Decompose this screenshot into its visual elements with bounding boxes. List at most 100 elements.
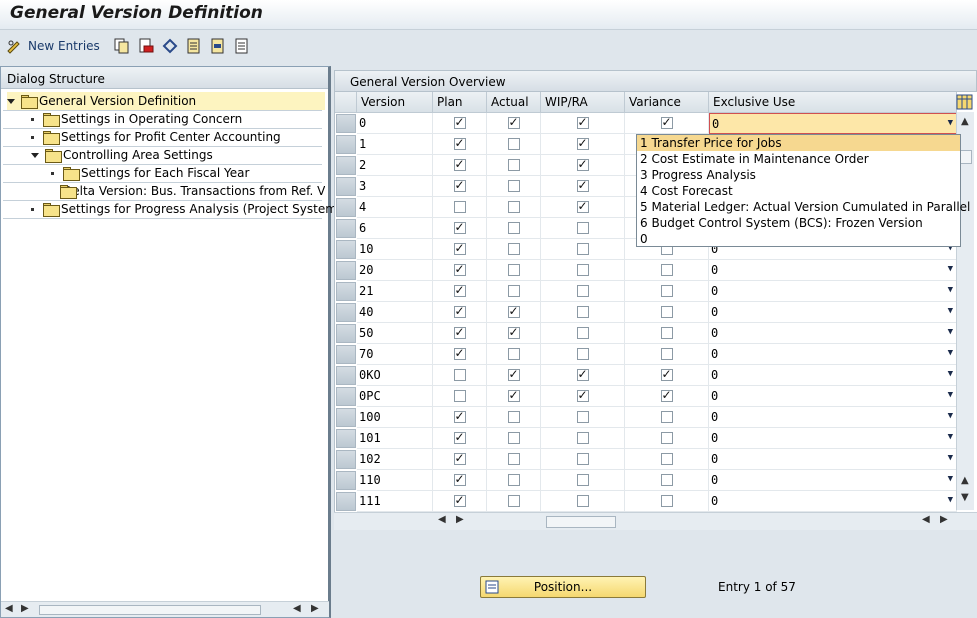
plan-checkbox[interactable] (453, 262, 466, 276)
dropdown-option[interactable]: 3 Progress Analysis (637, 167, 960, 183)
chevron-down-icon[interactable]: ▼ (948, 348, 953, 358)
scroll-left-icon[interactable]: ◀ (922, 514, 930, 525)
dropdown-option[interactable]: 2 Cost Estimate in Maintenance Order (637, 151, 960, 167)
exclusive-use-dropdown[interactable]: 0▼ (709, 491, 957, 512)
wip-checkbox[interactable] (576, 264, 589, 276)
wip-checkbox[interactable] (576, 388, 589, 402)
version-cell[interactable]: 0PC (357, 386, 433, 407)
actual-checkbox[interactable] (507, 285, 520, 297)
wip-checkbox[interactable] (576, 367, 589, 381)
scroll-up-icon[interactable]: ▲ (961, 475, 969, 486)
version-cell[interactable]: 100 (357, 407, 433, 428)
row-selector[interactable] (336, 177, 356, 196)
version-cell[interactable]: 2 (357, 155, 433, 176)
column-header-variance[interactable]: Variance (625, 92, 709, 113)
version-cell[interactable]: 0 (357, 113, 433, 134)
dropdown-option[interactable]: 6 Budget Control System (BCS): Frozen Ve… (637, 215, 960, 231)
wip-checkbox[interactable] (576, 285, 589, 297)
actual-checkbox[interactable] (507, 367, 520, 381)
tree-item-profit-center[interactable]: Settings for Profit Center Accounting (31, 128, 281, 146)
version-cell[interactable]: 70 (357, 344, 433, 365)
plan-checkbox[interactable] (453, 325, 466, 339)
copy-as-button[interactable] (114, 37, 130, 55)
wip-checkbox[interactable] (576, 453, 589, 465)
chevron-down-icon[interactable]: ▼ (948, 285, 953, 295)
expand-arrow-icon[interactable] (31, 152, 39, 158)
variance-checkbox[interactable] (660, 411, 673, 423)
tree-item-controlling-area[interactable]: Controlling Area Settings (31, 146, 213, 164)
plan-checkbox[interactable] (453, 304, 466, 318)
actual-checkbox[interactable] (507, 264, 520, 276)
row-selector[interactable] (336, 219, 356, 238)
chevron-down-icon[interactable]: ▼ (948, 411, 953, 421)
version-cell[interactable]: 102 (357, 449, 433, 470)
plan-checkbox[interactable] (453, 472, 466, 486)
version-cell[interactable]: 40 (357, 302, 433, 323)
variance-checkbox[interactable] (660, 327, 673, 339)
plan-checkbox[interactable] (453, 493, 466, 507)
tree-item-delta-version[interactable]: Delta Version: Bus. Transactions from Re… (51, 182, 325, 200)
exclusive-use-dropdown[interactable]: 0▼ (709, 260, 957, 281)
row-selector[interactable] (336, 450, 356, 469)
actual-checkbox[interactable] (507, 325, 520, 339)
chevron-down-icon[interactable]: ▼ (948, 118, 953, 128)
scroll-left-icon[interactable]: ◀ (293, 603, 301, 614)
scroll-thumb[interactable] (546, 516, 616, 528)
version-cell[interactable]: 0KO (357, 365, 433, 386)
select-all-button[interactable] (186, 37, 202, 55)
variance-checkbox[interactable] (660, 432, 673, 444)
row-selector[interactable] (336, 324, 356, 343)
actual-checkbox[interactable] (507, 201, 520, 213)
scroll-down-icon[interactable]: ▼ (961, 492, 969, 503)
plan-checkbox[interactable] (453, 409, 466, 423)
undo-change-button[interactable] (162, 37, 178, 55)
actual-checkbox[interactable] (507, 411, 520, 423)
table-horizontal-scrollbar[interactable]: ◀ ▶ ◀ ▶ (334, 512, 977, 530)
row-selector[interactable] (336, 429, 356, 448)
tree-item-fiscal-year[interactable]: Settings for Each Fiscal Year (51, 164, 249, 182)
wip-checkbox[interactable] (576, 243, 589, 255)
scroll-left-icon[interactable]: ◀ (5, 603, 13, 614)
row-selector[interactable] (336, 156, 356, 175)
row-selector[interactable] (336, 198, 356, 217)
column-header-actual[interactable]: Actual (487, 92, 541, 113)
delete-button[interactable] (138, 37, 154, 55)
select-block-button[interactable] (210, 37, 226, 55)
actual-checkbox[interactable] (507, 180, 520, 192)
row-selector[interactable] (336, 303, 356, 322)
chevron-down-icon[interactable]: ▼ (948, 327, 953, 337)
select-all-column-header[interactable] (335, 92, 357, 113)
new-entries-button[interactable]: New Entries (6, 37, 100, 55)
version-cell[interactable]: 6 (357, 218, 433, 239)
actual-checkbox[interactable] (507, 432, 520, 444)
wip-checkbox[interactable] (576, 327, 589, 339)
exclusive-use-dropdown[interactable]: 0▼ (709, 302, 957, 323)
variance-checkbox[interactable] (660, 285, 673, 297)
exclusive-use-dropdown[interactable]: 0▼ (709, 470, 957, 491)
plan-checkbox[interactable] (453, 115, 466, 129)
chevron-down-icon[interactable]: ▼ (948, 453, 953, 463)
plan-checkbox[interactable] (453, 390, 466, 402)
variance-checkbox[interactable] (660, 115, 673, 129)
actual-checkbox[interactable] (507, 222, 520, 234)
exclusive-use-dropdown-list[interactable]: 1 Transfer Price for Jobs 2 Cost Estimate… (636, 134, 970, 247)
version-cell[interactable]: 1 (357, 134, 433, 155)
chevron-down-icon[interactable]: ▼ (948, 474, 953, 484)
actual-checkbox[interactable] (507, 115, 520, 129)
version-cell[interactable]: 101 (357, 428, 433, 449)
plan-checkbox[interactable] (453, 201, 466, 213)
actual-checkbox[interactable] (507, 159, 520, 171)
plan-checkbox[interactable] (453, 346, 466, 360)
variance-checkbox[interactable] (660, 495, 673, 507)
actual-checkbox[interactable] (507, 453, 520, 465)
row-selector[interactable] (336, 135, 356, 154)
version-cell[interactable]: 3 (357, 176, 433, 197)
wip-checkbox[interactable] (576, 306, 589, 318)
wip-checkbox[interactable] (576, 495, 589, 507)
wip-checkbox[interactable] (576, 432, 589, 444)
actual-checkbox[interactable] (507, 138, 520, 150)
chevron-down-icon[interactable]: ▼ (948, 390, 953, 400)
plan-checkbox[interactable] (453, 369, 466, 381)
version-cell[interactable]: 20 (357, 260, 433, 281)
plan-checkbox[interactable] (453, 178, 466, 192)
